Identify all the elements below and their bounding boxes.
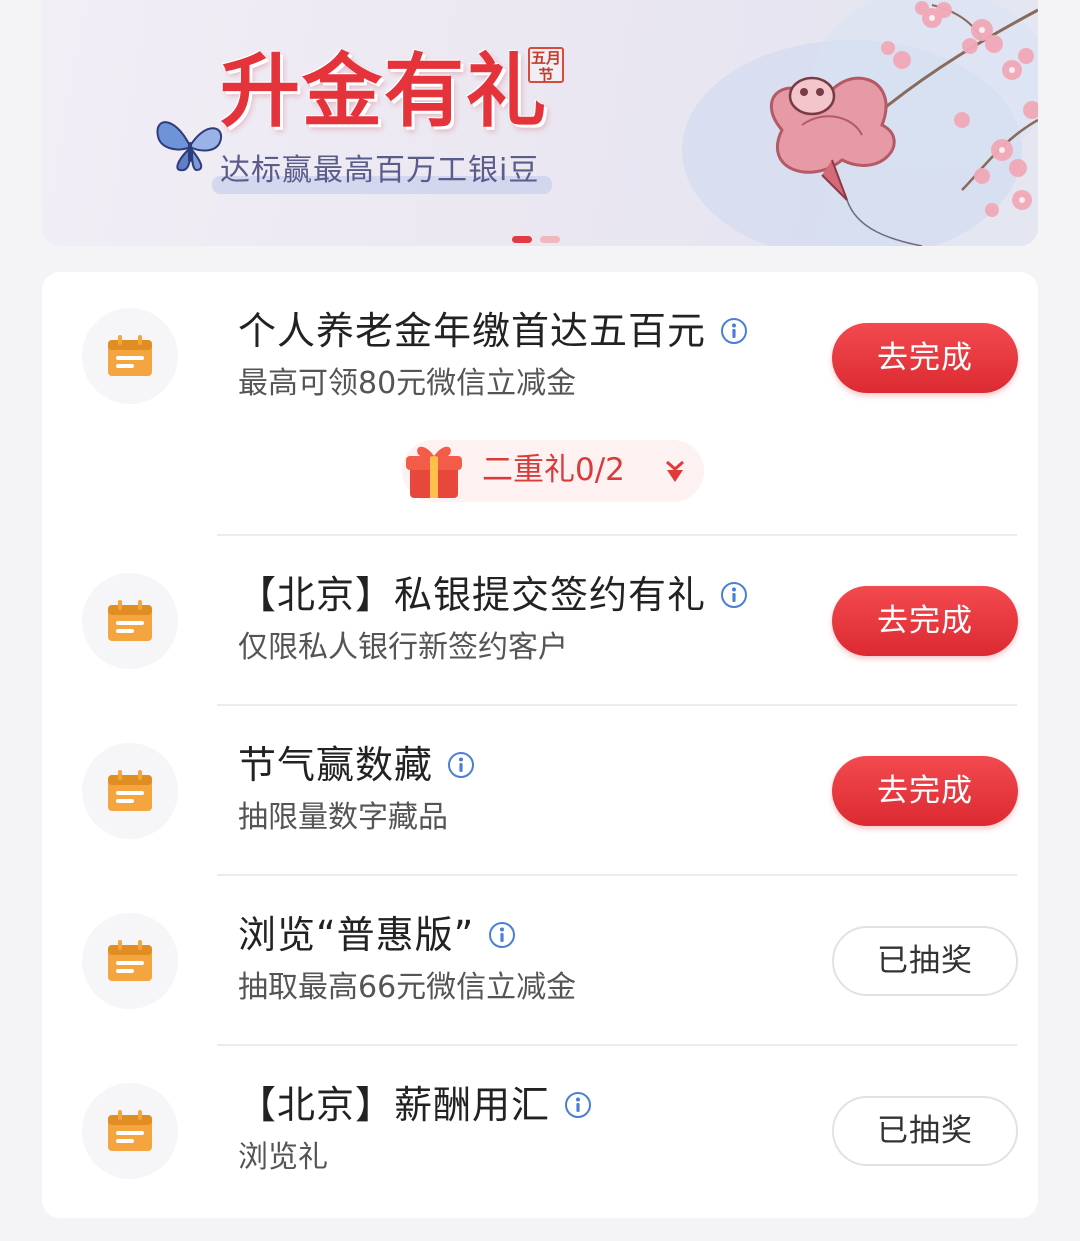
task-list-card: 个人养老金年缴首达五百元 最高可领80元微信立减金 去完成 二重礼0/2 【北京…: [42, 272, 1038, 1218]
task-icon-container: [82, 743, 178, 839]
page-dot-active[interactable]: [512, 236, 532, 243]
task-icon-container: [82, 1083, 178, 1179]
chevron-down-icon: [666, 460, 684, 482]
info-icon[interactable]: [720, 581, 748, 609]
task-subtitle: 仅限私人银行新签约客户: [238, 630, 568, 665]
task-title: 节气赢数藏: [238, 743, 434, 787]
drawn-status-button[interactable]: 已抽奖: [832, 1096, 1018, 1166]
divider: [217, 1044, 1017, 1046]
calendar-icon: [108, 335, 152, 376]
banner-seal: 五月节: [528, 47, 564, 84]
gift-icon: [406, 446, 462, 498]
butterfly-icon: [156, 121, 223, 172]
task-title: 【北京】薪酬用汇: [238, 1083, 551, 1127]
calendar-icon: [108, 940, 152, 981]
task-title: 【北京】私银提交签约有礼: [238, 573, 707, 617]
banner-subtitle: 达标赢最高百万工银i豆: [220, 153, 540, 188]
complete-task-button[interactable]: 去完成: [832, 586, 1018, 656]
task-title-row: 个人养老金年缴首达五百元: [238, 312, 748, 350]
info-icon[interactable]: [564, 1091, 592, 1119]
task-subtitle: 浏览礼: [238, 1140, 328, 1175]
calendar-icon: [108, 1110, 152, 1151]
banner-page-indicator: [512, 236, 560, 243]
drawn-status-button[interactable]: 已抽奖: [832, 926, 1018, 996]
divider: [217, 704, 1017, 706]
task-title-row: 【北京】私银提交签约有礼: [238, 576, 748, 614]
complete-task-button[interactable]: 去完成: [832, 756, 1018, 826]
blossom-kite-illustration: [682, 0, 1038, 246]
info-icon[interactable]: [488, 921, 516, 949]
calendar-icon: [108, 770, 152, 811]
task-icon-container: [82, 913, 178, 1009]
task-subtitle: 抽限量数字藏品: [238, 800, 448, 835]
task-subtitle: 抽取最高66元微信立减金: [238, 970, 577, 1005]
task-title-row: 浏览“普惠版”: [238, 916, 516, 954]
bonus-progress-label: 二重礼0/2: [482, 452, 625, 488]
task-title-row: 节气赢数藏: [238, 746, 475, 784]
task-title: 个人养老金年缴首达五百元: [238, 309, 707, 353]
info-icon[interactable]: [720, 317, 748, 345]
task-subtitle: 最高可领80元微信立减金: [238, 366, 577, 401]
banner-title: 升金有礼: [220, 45, 548, 138]
info-icon[interactable]: [447, 751, 475, 779]
page-dot-inactive[interactable]: [540, 236, 560, 243]
divider: [217, 534, 1017, 536]
task-title: 浏览“普惠版”: [238, 913, 475, 957]
task-icon-container: [82, 308, 178, 404]
task-icon-container: [82, 573, 178, 669]
divider: [217, 874, 1017, 876]
task-title-row: 【北京】薪酬用汇: [238, 1086, 592, 1124]
promo-banner[interactable]: 升金有礼 五月节 达标赢最高百万工银i豆: [42, 0, 1038, 246]
calendar-icon: [108, 600, 152, 641]
complete-task-button[interactable]: 去完成: [832, 323, 1018, 393]
bonus-reward-toggle[interactable]: 二重礼0/2: [402, 440, 704, 502]
